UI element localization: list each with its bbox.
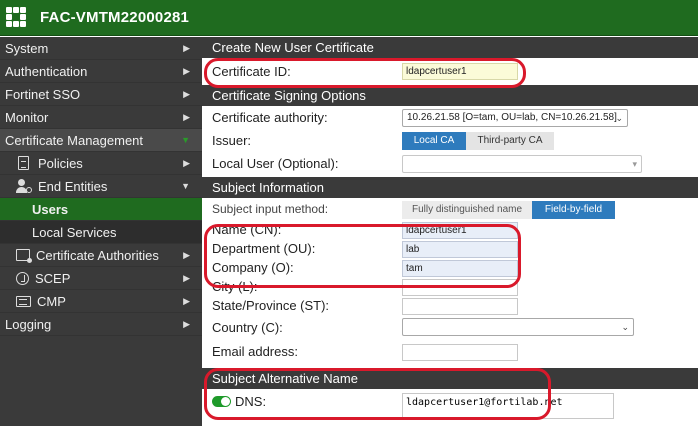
- row-dns: DNS: ldapcertuser1@fortilab.net: [202, 389, 698, 419]
- section-header-create: Create New User Certificate: [202, 37, 698, 58]
- sidebar-item-local-services[interactable]: Local Services: [0, 221, 202, 244]
- scep-icon: [16, 271, 29, 285]
- row-country-c: Country (C): ⌄: [202, 316, 698, 339]
- chevron-right-icon: ▶: [183, 273, 190, 283]
- sidebar-item-label: CMP: [37, 293, 66, 309]
- state-st-input[interactable]: [402, 298, 518, 315]
- section-header-signing: Certificate Signing Options: [202, 85, 698, 106]
- section-header-san: Subject Alternative Name: [202, 368, 698, 389]
- city-l-input[interactable]: [402, 279, 518, 296]
- sidebar-item-label: Authentication: [5, 64, 88, 79]
- dns-label: DNS:: [235, 394, 267, 409]
- subject-input-method-label: Subject input method:: [212, 202, 329, 216]
- user-certificate-icon: [16, 179, 32, 193]
- certificate-authority-value: 10.26.21.58 [O=tam, OU=lab, CN=10.26.21.…: [407, 112, 617, 123]
- chevron-right-icon: ▶: [183, 296, 190, 306]
- issuer-toggle: Local CA Third-party CA: [402, 132, 554, 150]
- subject-input-method-toggle: Fully distinguished name Field-by-field: [402, 201, 615, 219]
- cmp-icon: [16, 295, 31, 307]
- chevron-right-icon: ▶: [183, 250, 190, 260]
- section-header-subject: Subject Information: [202, 177, 698, 198]
- certificate-authority-select[interactable]: 10.26.21.58 [O=tam, OU=lab, CN=10.26.21.…: [402, 109, 628, 127]
- document-icon: [18, 156, 29, 170]
- sidebar-item-end-entities[interactable]: End Entities ▼: [0, 175, 202, 198]
- issuer-label: Issuer:: [212, 133, 252, 148]
- sidebar-item-label: SCEP: [35, 270, 71, 286]
- local-user-label: Local User (Optional):: [212, 156, 339, 171]
- sidebar-item-label: Certificate Management: [5, 133, 144, 148]
- department-ou-label: Department (OU):: [212, 241, 316, 256]
- chevron-right-icon: ▶: [183, 89, 190, 99]
- sidebar-item-fortinet-sso[interactable]: Fortinet SSO ▶: [0, 83, 202, 106]
- sidebar-item-label: Local Services: [32, 225, 117, 240]
- row-local-user: Local User (Optional): ▾: [202, 152, 698, 175]
- chevron-right-icon: ▶: [183, 158, 190, 168]
- sidebar-item-system[interactable]: System ▶: [0, 37, 202, 60]
- chevron-right-icon: ▶: [183, 112, 190, 122]
- sidebar-item-cmp[interactable]: CMP ▶: [0, 290, 202, 313]
- fully-distinguished-name-button[interactable]: Fully distinguished name: [402, 201, 532, 219]
- chevron-right-icon: ▶: [183, 66, 190, 76]
- certificate-id-label: Certificate ID:: [212, 64, 291, 79]
- sidebar-item-label: Monitor: [5, 110, 49, 125]
- local-user-select[interactable]: ▾: [402, 155, 642, 173]
- row-department-ou: Department (OU):: [202, 240, 698, 259]
- row-certificate-id: Certificate ID:: [202, 58, 698, 85]
- chevron-down-icon: ▼: [181, 181, 190, 191]
- row-email-address: Email address:: [202, 339, 698, 362]
- dns-toggle-switch[interactable]: [212, 396, 231, 407]
- certificate-form: Create New User Certificate Certificate …: [202, 37, 698, 426]
- email-address-label: Email address:: [212, 344, 298, 359]
- city-l-label: City (L):: [212, 279, 258, 294]
- sidebar-nav: System ▶ Authentication ▶ Fortinet SSO ▶…: [0, 37, 202, 426]
- row-certificate-authority: Certificate authority: 10.26.21.58 [O=ta…: [202, 106, 698, 129]
- row-company-o: Company (O):: [202, 259, 698, 278]
- sidebar-item-scep[interactable]: SCEP ▶: [0, 267, 202, 290]
- sidebar-item-authentication[interactable]: Authentication ▶: [0, 60, 202, 83]
- sidebar-item-certificate-management[interactable]: Certificate Management ▼: [0, 129, 202, 152]
- name-cn-label: Name (CN):: [212, 222, 282, 237]
- top-bar: FAC-VMTM22000281: [0, 0, 698, 36]
- sidebar-item-label: Certificate Authorities: [36, 247, 159, 263]
- sidebar-item-label: Fortinet SSO: [5, 87, 81, 102]
- country-c-label: Country (C):: [212, 320, 283, 335]
- row-state-st: State/Province (ST):: [202, 297, 698, 316]
- chevron-down-icon: ▼: [181, 135, 190, 145]
- sidebar-item-label: Users: [32, 202, 69, 217]
- certificate-icon: [16, 249, 32, 263]
- sidebar-item-policies[interactable]: Policies ▶: [0, 152, 202, 175]
- device-hostname: FAC-VMTM22000281: [40, 9, 190, 26]
- fortinet-logo-icon: [6, 6, 28, 29]
- certificate-id-input[interactable]: [402, 63, 518, 80]
- dns-textarea[interactable]: ldapcertuser1@fortilab.net: [402, 393, 614, 419]
- sidebar-item-monitor[interactable]: Monitor ▶: [0, 106, 202, 129]
- chevron-down-icon: ⌄: [621, 322, 629, 332]
- caret-down-icon: ▾: [632, 159, 637, 169]
- row-name-cn: Name (CN):: [202, 221, 698, 240]
- row-city-l: City (L):: [202, 278, 698, 297]
- issuer-local-ca-button[interactable]: Local CA: [402, 132, 466, 150]
- sidebar-item-label: End Entities: [38, 178, 108, 194]
- sidebar-item-label: System: [5, 41, 49, 56]
- state-st-label: State/Province (ST):: [212, 298, 330, 313]
- email-address-input[interactable]: [402, 344, 518, 361]
- certificate-authority-label: Certificate authority:: [212, 110, 328, 125]
- country-c-select[interactable]: ⌄: [402, 318, 634, 336]
- company-o-label: Company (O):: [212, 260, 294, 275]
- field-by-field-button[interactable]: Field-by-field: [532, 201, 615, 219]
- chevron-down-icon: ⌄: [615, 113, 623, 123]
- sidebar-item-users[interactable]: Users: [0, 198, 202, 221]
- name-cn-input[interactable]: [402, 222, 518, 239]
- sidebar-item-logging[interactable]: Logging ▶: [0, 313, 202, 336]
- chevron-right-icon: ▶: [183, 43, 190, 53]
- sidebar-item-label: Policies: [38, 155, 83, 171]
- sidebar-item-certificate-authorities[interactable]: Certificate Authorities ▶: [0, 244, 202, 267]
- row-issuer: Issuer: Local CA Third-party CA: [202, 129, 698, 152]
- issuer-third-party-ca-button[interactable]: Third-party CA: [466, 132, 554, 150]
- sidebar-item-label: Logging: [5, 317, 52, 332]
- row-subject-input-method: Subject input method: Fully distinguishe…: [202, 198, 698, 221]
- chevron-right-icon: ▶: [183, 319, 190, 329]
- company-o-input[interactable]: [402, 260, 518, 277]
- department-ou-input[interactable]: [402, 241, 518, 258]
